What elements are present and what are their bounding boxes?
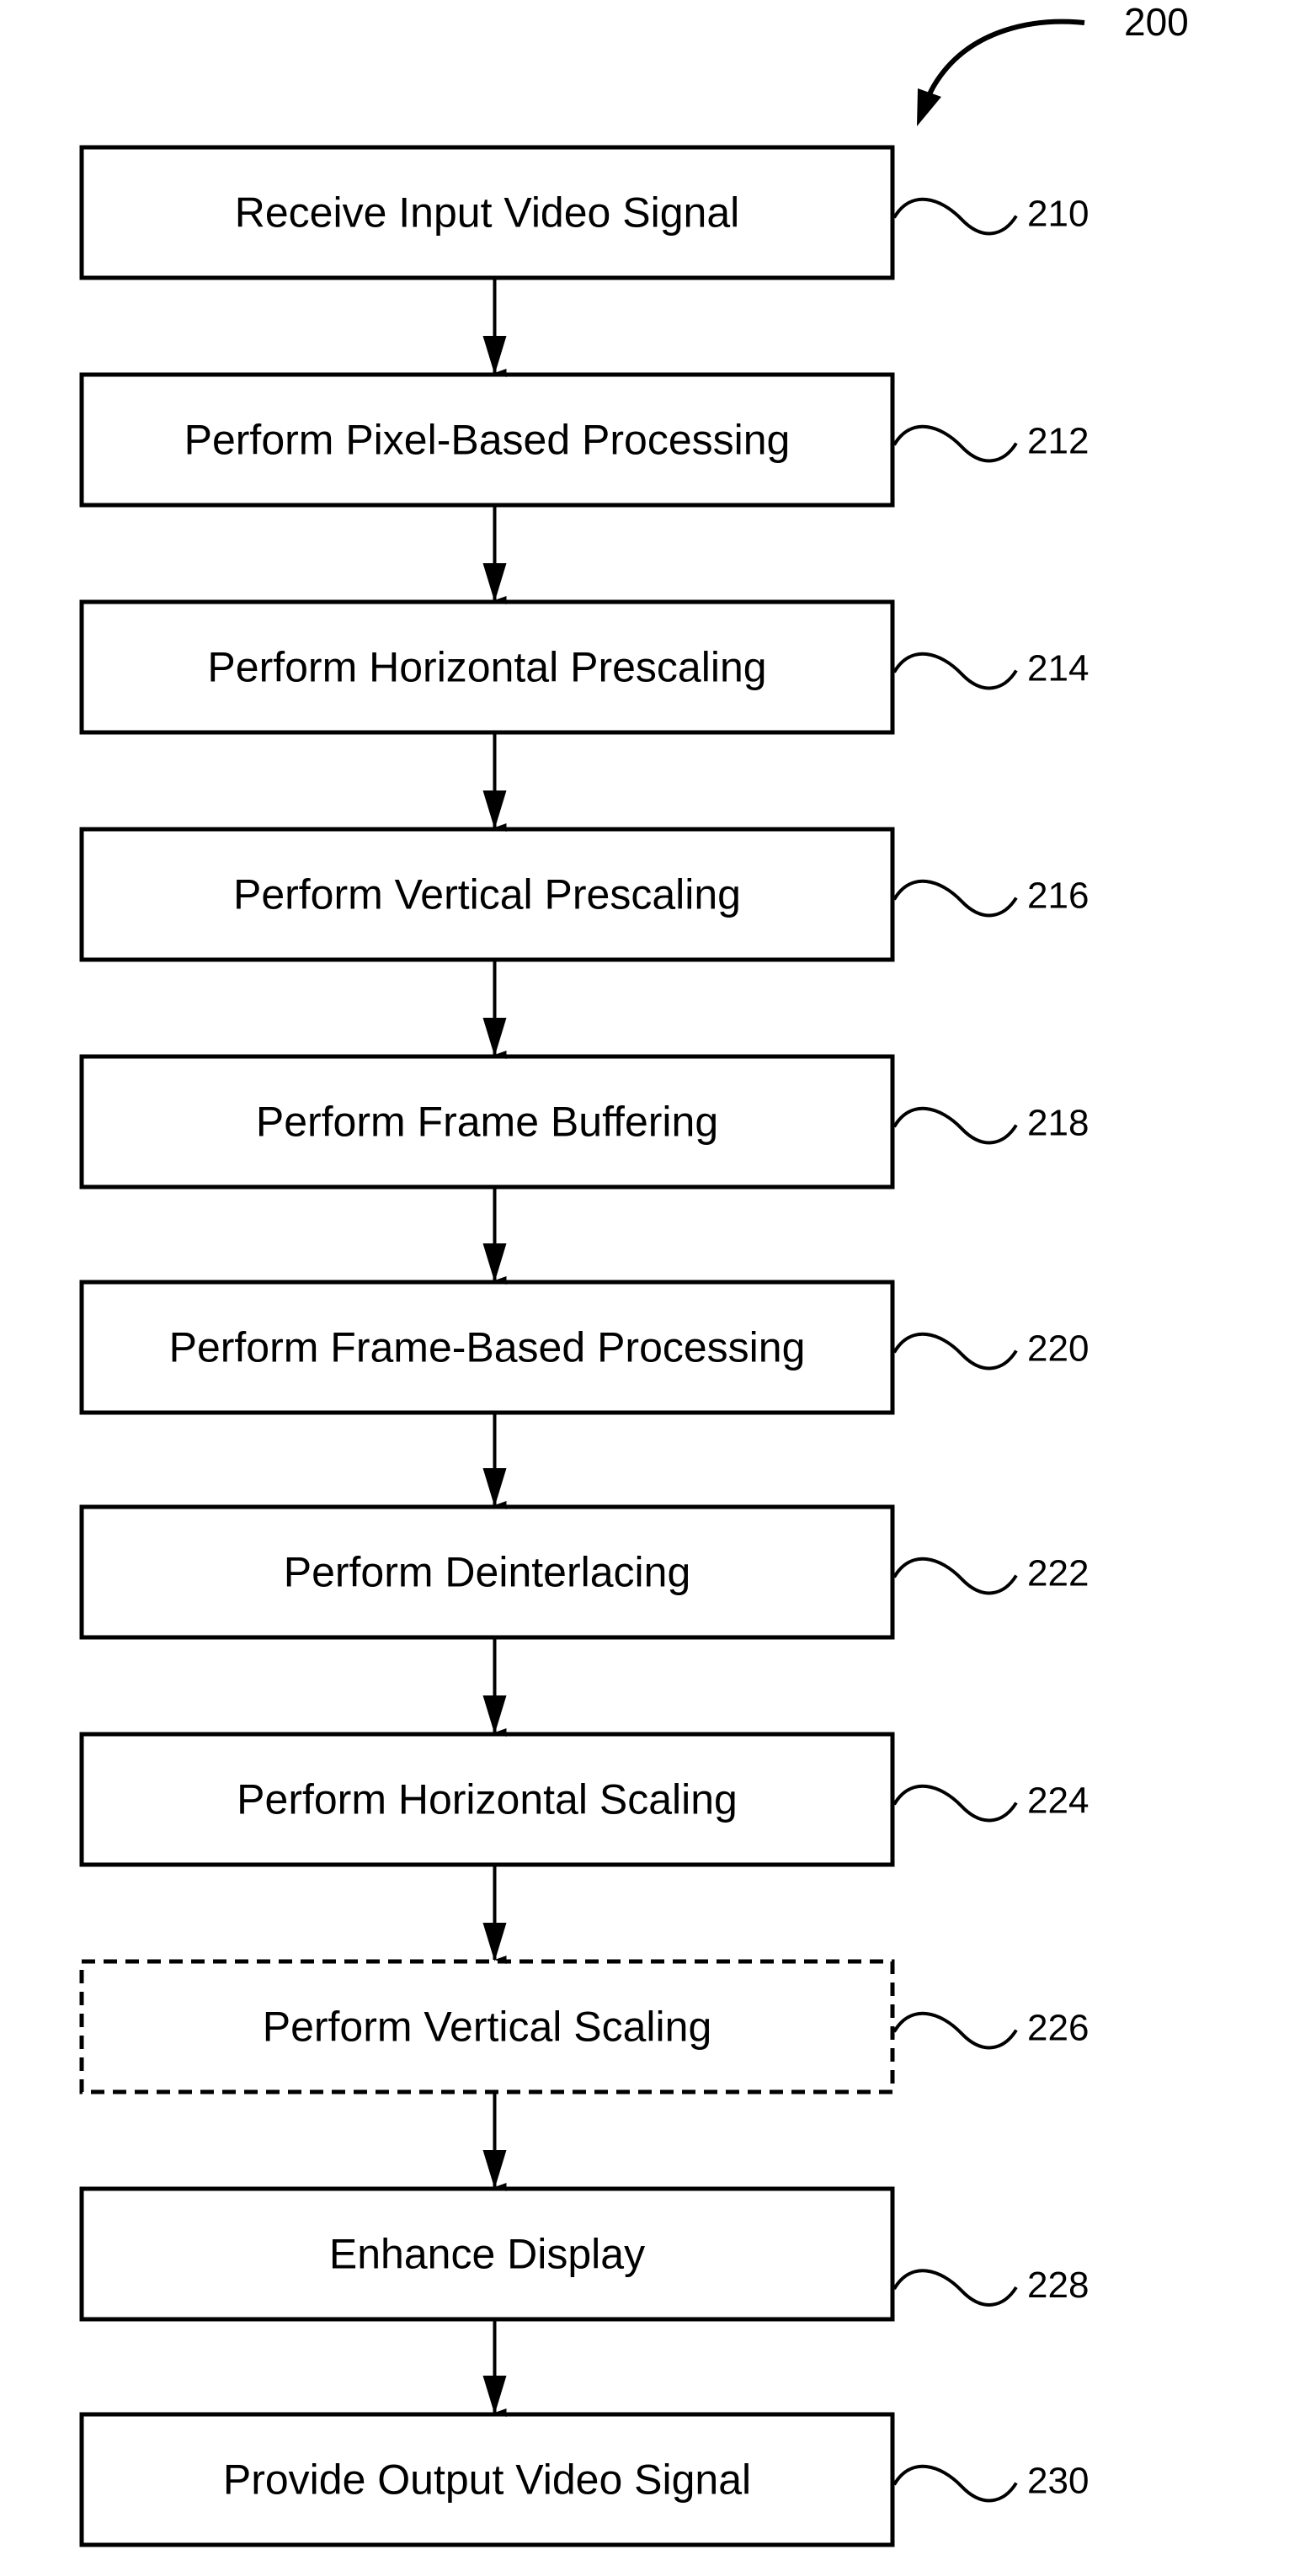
reference-leader-squiggle-icon bbox=[892, 197, 1018, 236]
step-reference-number: 214 bbox=[1027, 648, 1089, 689]
flow-arrowhead-icon bbox=[482, 1695, 507, 1734]
step-reference-number: 228 bbox=[1027, 2265, 1089, 2306]
step-label: Perform Horizontal Prescaling bbox=[207, 644, 766, 691]
step-214: Perform Horizontal Prescaling 214 bbox=[79, 599, 1089, 735]
reference-leader-squiggle-icon bbox=[892, 2269, 1018, 2307]
step-reference-number: 218 bbox=[1027, 1103, 1089, 1144]
step-reference-number: 230 bbox=[1027, 2461, 1089, 2502]
step-label: Perform Frame Buffering bbox=[256, 1099, 718, 1146]
step-212: Perform Pixel-Based Processing 212 bbox=[79, 372, 1089, 508]
step-label: Perform Pixel-Based Processing bbox=[184, 417, 791, 464]
step-label: Perform Horizontal Scaling bbox=[237, 1776, 738, 1823]
flow-arrowhead-icon bbox=[482, 790, 507, 829]
step-label: Perform Vertical Prescaling bbox=[233, 871, 741, 918]
flow-arrowhead-icon bbox=[482, 1468, 507, 1507]
step-230: Provide Output Video Signal 230 bbox=[79, 2412, 1089, 2547]
flowchart-diagram: 200 Receive Input Video Signal 210 Perform… bbox=[79, 0, 1189, 2547]
reference-leader-squiggle-icon bbox=[892, 879, 1018, 918]
step-label: Perform Vertical Scaling bbox=[263, 2004, 712, 2051]
reference-leader-squiggle-icon bbox=[892, 2464, 1018, 2503]
flow-arrowhead-icon bbox=[482, 1243, 507, 1282]
step-218: Perform Frame Buffering 218 bbox=[79, 1054, 1089, 1190]
step-224: Perform Horizontal Scaling 224 bbox=[79, 1732, 1089, 1867]
reference-leader-squiggle-icon bbox=[892, 1557, 1018, 1595]
step-220: Perform Frame-Based Processing 220 bbox=[79, 1280, 1089, 1415]
figure-reference: 200 bbox=[917, 0, 1189, 126]
figure-pointer-arrowhead-icon bbox=[917, 88, 941, 126]
step-210: Receive Input Video Signal 210 bbox=[79, 145, 1089, 280]
step-reference-number: 220 bbox=[1027, 1328, 1089, 1370]
flow-arrowhead-icon bbox=[482, 1923, 507, 1961]
step-216: Perform Vertical Prescaling 216 bbox=[79, 827, 1089, 962]
reference-leader-squiggle-icon bbox=[892, 424, 1018, 463]
flow-arrowhead-icon bbox=[482, 336, 507, 375]
step-reference-number: 216 bbox=[1027, 876, 1089, 917]
flow-arrowhead-icon bbox=[482, 2376, 507, 2414]
step-label: Perform Deinterlacing bbox=[284, 1549, 691, 1596]
steps-layer: Receive Input Video Signal 210 Perform Pix… bbox=[79, 145, 1089, 2547]
figure-reference-label: 200 bbox=[1124, 0, 1189, 44]
reference-leader-squiggle-icon bbox=[892, 2011, 1018, 2050]
step-reference-number: 224 bbox=[1027, 1780, 1089, 1822]
step-label: Enhance Display bbox=[329, 2231, 645, 2278]
step-label: Receive Input Video Signal bbox=[235, 189, 740, 237]
figure-pointer-arrow-icon bbox=[924, 19, 1085, 104]
step-reference-number: 212 bbox=[1027, 421, 1089, 462]
reference-leader-squiggle-icon bbox=[892, 652, 1018, 690]
flow-arrowhead-icon bbox=[482, 2150, 507, 2189]
step-reference-number: 222 bbox=[1027, 1553, 1089, 1594]
step-reference-number: 226 bbox=[1027, 2008, 1089, 2049]
step-label: Provide Output Video Signal bbox=[223, 2456, 751, 2504]
step-reference-number: 210 bbox=[1027, 194, 1089, 235]
reference-leader-squiggle-icon bbox=[892, 1332, 1018, 1370]
step-228: Enhance Display 228 bbox=[79, 2186, 1089, 2322]
step-label: Perform Frame-Based Processing bbox=[169, 1324, 806, 1371]
step-222: Perform Deinterlacing 222 bbox=[79, 1504, 1089, 1640]
reference-leader-squiggle-icon bbox=[892, 1106, 1018, 1145]
flow-arrowhead-icon bbox=[482, 563, 507, 602]
reference-leader-squiggle-icon bbox=[892, 1784, 1018, 1823]
flow-arrowhead-icon bbox=[482, 1018, 507, 1056]
step-226: Perform Vertical Scaling 226 bbox=[79, 1959, 1089, 2094]
